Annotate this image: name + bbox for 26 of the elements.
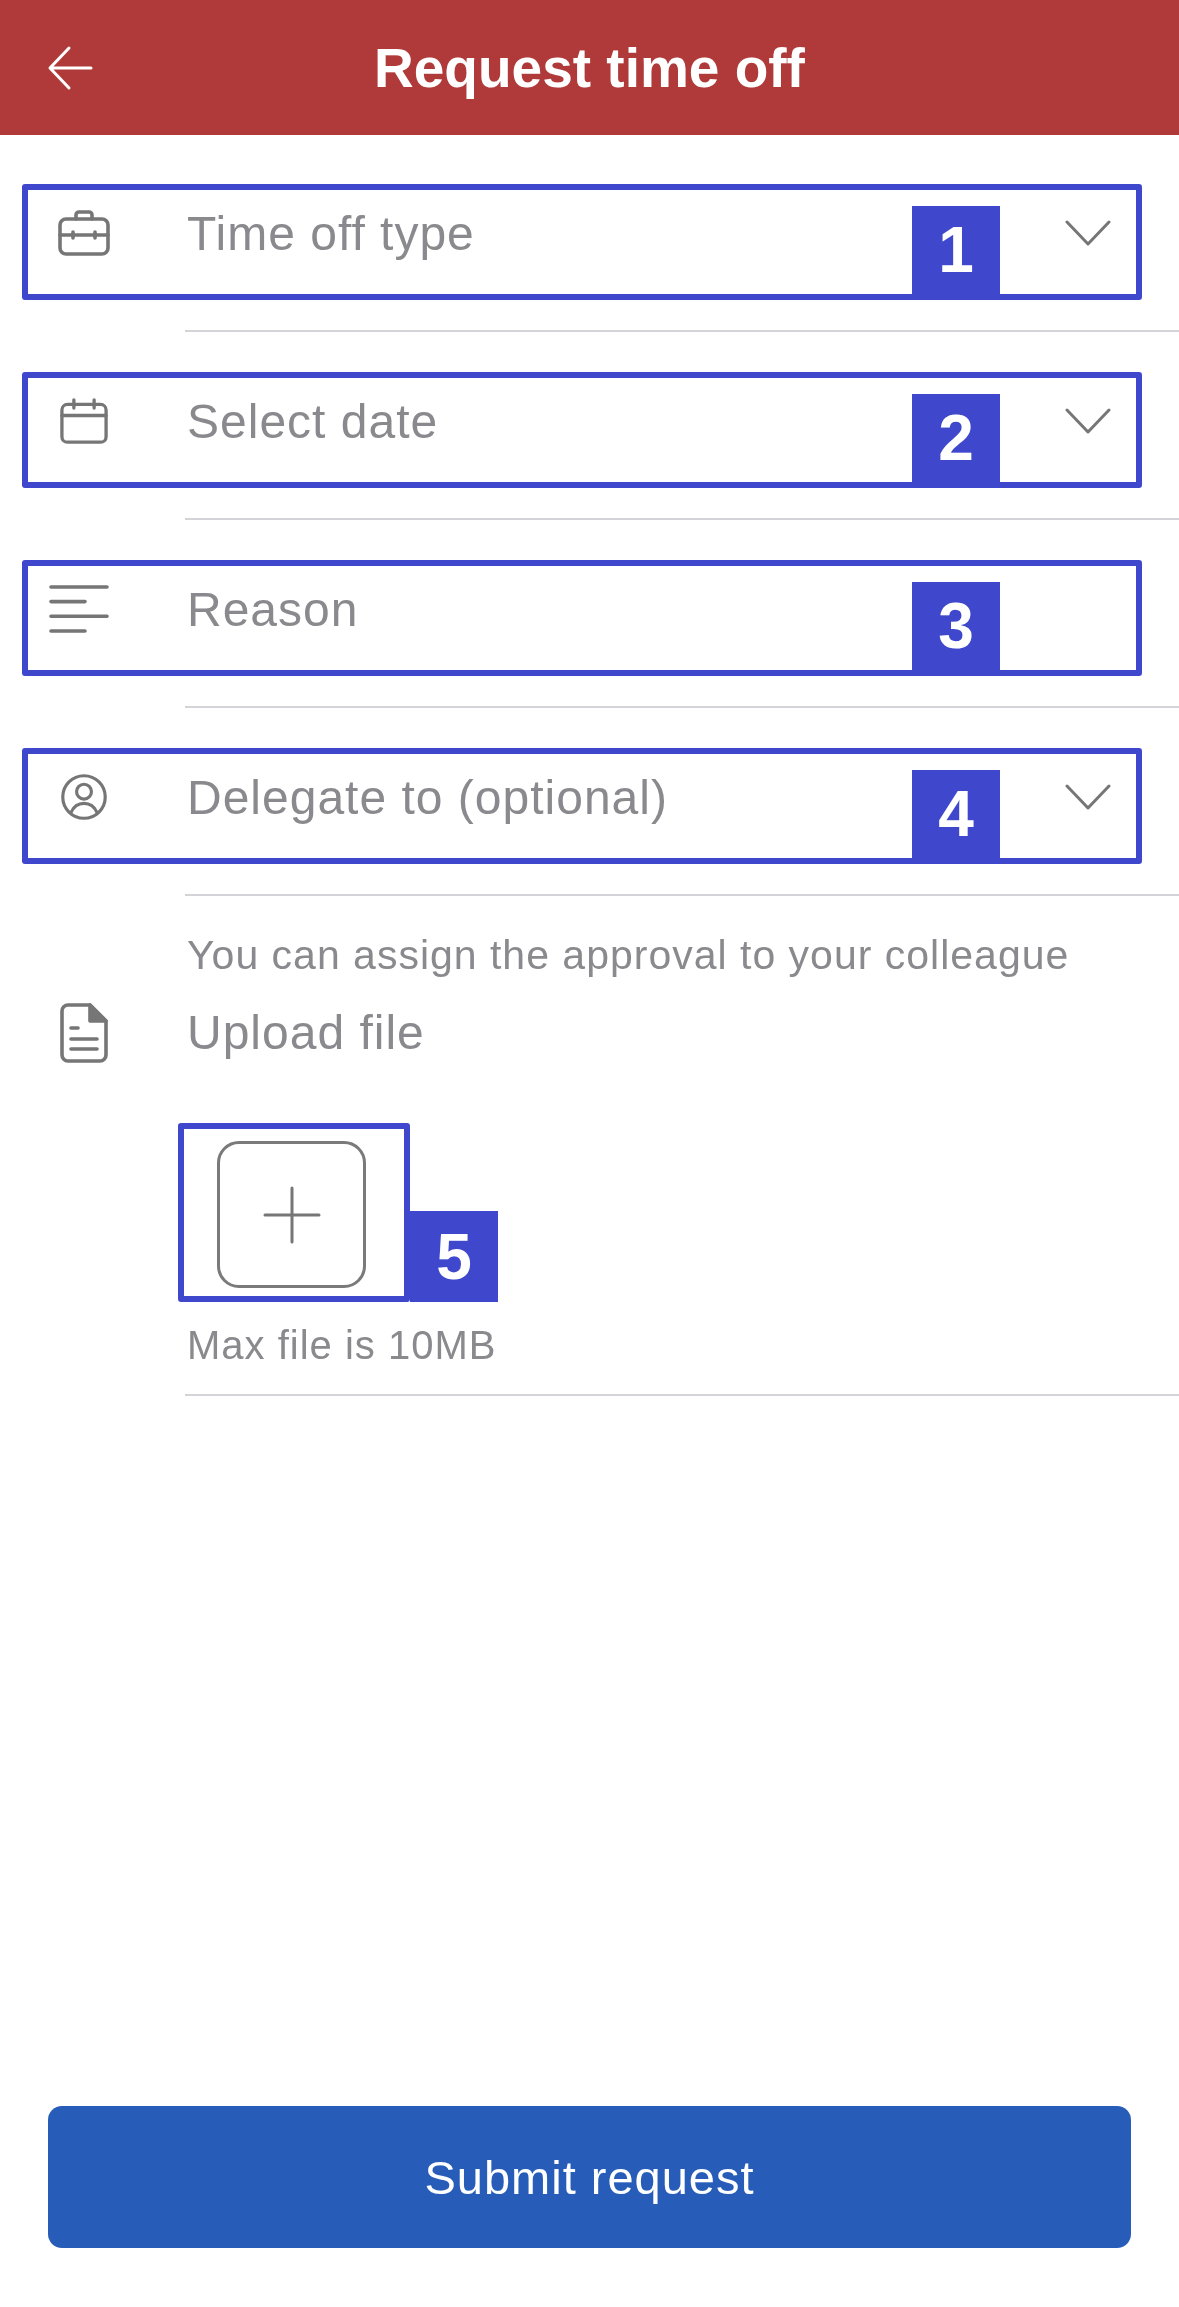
chevron-down-icon[interactable] [1065, 784, 1111, 810]
callout-number: 5 [410, 1211, 498, 1302]
back-button[interactable] [47, 44, 93, 91]
file-size-note: Max file is 10MB [187, 1322, 497, 1368]
text-lines-icon [48, 583, 109, 635]
calendar-icon [58, 398, 110, 444]
arrow-left-icon [47, 44, 93, 91]
callout-number: 3 [912, 582, 1000, 670]
helper-text: You can assign the approval to your colleague [187, 932, 1071, 978]
date-field[interactable]: Select date [187, 390, 904, 452]
add-file-button[interactable] [217, 1141, 366, 1288]
chevron-down-icon[interactable] [1065, 408, 1111, 434]
callout-number: 1 [912, 206, 1000, 294]
delegate-field[interactable]: Delegate to (optional) [187, 766, 904, 828]
callout-number: 4 [912, 770, 1000, 858]
upload-file-label: Upload file [187, 1005, 425, 1061]
callout-number: 2 [912, 394, 1000, 482]
reason-field[interactable]: Reason [187, 578, 904, 640]
submit-request-button[interactable]: Submit request [48, 2106, 1131, 2248]
document-icon [60, 1003, 108, 1063]
briefcase-icon [58, 210, 110, 256]
page-title: Request time off [374, 35, 805, 100]
time-off-type-field[interactable]: Time off type [187, 202, 904, 264]
plus-icon [262, 1185, 321, 1244]
person-circle-icon [58, 774, 110, 820]
chevron-down-icon[interactable] [1065, 220, 1111, 246]
